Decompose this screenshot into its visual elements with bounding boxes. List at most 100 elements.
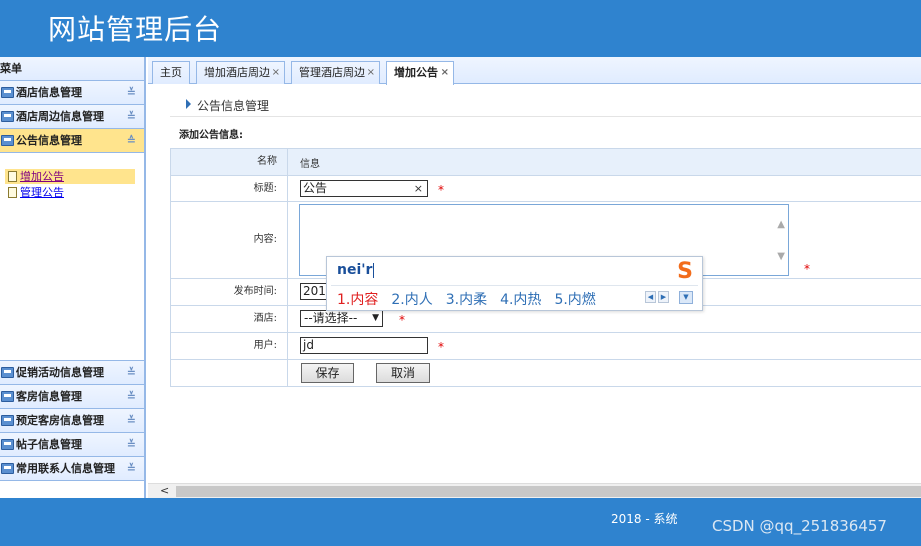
form-row-actions: 保存 取消 — [170, 360, 921, 387]
form-subtitle: 添加公告信息: — [179, 130, 243, 141]
user-label: 用户: — [171, 333, 288, 359]
watermark: CSDN @qq_251836457 — [712, 517, 887, 535]
chevron-down-icon: ▼ — [372, 313, 379, 323]
sidebar-panel-label: 酒店信息管理 — [16, 86, 82, 99]
sidebar-item-manage-announcement[interactable]: 管理公告 — [5, 185, 64, 200]
app-footer: 2018 - 系统 CSDN @qq_251836457 — [0, 498, 921, 546]
printer-icon — [1, 367, 14, 378]
ime-candidate[interactable]: 5.内燃 — [554, 289, 595, 309]
sidebar-panel-label: 帖子信息管理 — [16, 438, 82, 451]
ime-candidate-window: nei'r S 1.内容 2.内人 3.内柔 4.内热 5.内燃 ◀ ▶ ▼ — [326, 256, 703, 311]
ime-candidates: 1.内容 2.内人 3.内柔 4.内热 5.内燃 — [337, 289, 609, 309]
tab-label: 管理酒店周边 — [299, 66, 365, 79]
chevron-down-icon[interactable]: ≚ — [127, 105, 136, 129]
user-input[interactable]: jd — [300, 337, 428, 354]
scrollbar-thumb[interactable] — [176, 486, 921, 497]
sogou-logo-icon: S — [677, 259, 693, 284]
actions-label — [171, 360, 288, 386]
sidebar-panel-post[interactable]: 帖子信息管理 ≚ — [0, 433, 144, 457]
title-label: 标题: — [171, 176, 288, 201]
printer-icon — [1, 463, 14, 474]
sidebar-panel-hotel[interactable]: 酒店信息管理 ≚ — [0, 81, 144, 105]
content-label: 内容: — [171, 202, 288, 278]
cancel-button[interactable]: 取消 — [376, 363, 430, 383]
sidebar-panel-label: 客房信息管理 — [16, 390, 82, 403]
sidebar-item-label: 管理公告 — [20, 186, 64, 199]
chevron-down-icon[interactable]: ≚ — [127, 361, 136, 385]
clear-input-icon[interactable]: × — [414, 181, 423, 196]
scroll-down-icon[interactable]: ▼ — [777, 251, 785, 262]
ime-expand-icon[interactable]: ▼ — [679, 291, 693, 304]
form-header-row: 名称 信息 — [170, 149, 921, 176]
sidebar-panel-room[interactable]: 客房信息管理 ≚ — [0, 385, 144, 409]
ime-candidate[interactable]: 4.内热 — [500, 289, 541, 309]
chevron-down-icon[interactable]: ≚ — [127, 385, 136, 409]
required-mark: * — [804, 262, 810, 276]
app-title: 网站管理后台 — [48, 13, 223, 46]
tab-bar: 主页 增加酒店周边 × 管理酒店周边 × 增加公告 × — [148, 57, 921, 85]
required-mark: * — [399, 313, 405, 327]
title-input[interactable]: 公告 × — [300, 180, 428, 197]
printer-icon — [1, 111, 14, 122]
sidebar-panel-label: 常用联系人信息管理 — [16, 462, 115, 475]
scroll-up-icon[interactable]: ▲ — [777, 219, 785, 230]
scroll-left-icon[interactable]: < — [160, 484, 169, 497]
ime-prev-page-icon[interactable]: ◀ — [645, 291, 656, 303]
tab-label: 增加酒店周边 — [204, 66, 270, 79]
save-button[interactable]: 保存 — [301, 363, 354, 383]
printer-icon — [1, 439, 14, 450]
horizontal-scrollbar[interactable]: < — [148, 483, 921, 498]
form-header-name: 名称 — [171, 149, 288, 175]
close-icon[interactable]: × — [441, 62, 449, 84]
breadcrumb-label: 公告信息管理 — [197, 99, 270, 113]
printer-icon — [1, 391, 14, 402]
tab-manage-hotel-surroundings[interactable]: 管理酒店周边 × — [291, 61, 380, 84]
close-icon[interactable]: × — [272, 62, 280, 84]
chevron-down-icon[interactable]: ≚ — [127, 433, 136, 457]
breadcrumb: 公告信息管理 — [170, 93, 921, 117]
chevron-down-icon[interactable]: ≚ — [127, 81, 136, 105]
sidebar-panel-booking[interactable]: 预定客房信息管理 ≚ — [0, 409, 144, 433]
chevron-up-icon[interactable]: ≙ — [127, 129, 136, 153]
ime-candidate[interactable]: 3.内柔 — [446, 289, 487, 309]
tab-label: 增加公告 — [394, 66, 438, 79]
tab-label: 主页 — [160, 66, 182, 79]
sidebar-panel-label: 预定客房信息管理 — [16, 414, 104, 427]
document-icon — [8, 187, 17, 198]
form-row-title: 标题: 公告 × * — [170, 176, 921, 202]
sidebar-panel-contact[interactable]: 常用联系人信息管理 ≚ — [0, 457, 144, 481]
app-header: 网站管理后台 — [0, 0, 921, 57]
sidebar-item-label: 增加公告 — [20, 170, 64, 183]
printer-icon — [1, 87, 14, 98]
hotel-select[interactable]: --请选择-- ▼ — [300, 310, 383, 327]
sidebar-panel-label: 酒店周边信息管理 — [16, 110, 104, 123]
chevron-down-icon[interactable]: ≚ — [127, 409, 136, 433]
ime-next-page-icon[interactable]: ▶ — [658, 291, 669, 303]
publish-time-label: 发布时间: — [171, 279, 288, 305]
sidebar-panel-label: 公告信息管理 — [16, 134, 82, 147]
required-mark: * — [438, 340, 444, 354]
document-icon — [8, 171, 17, 182]
required-mark: * — [438, 183, 444, 197]
ime-pinyin: nei'r — [337, 262, 375, 278]
sidebar-panel-label: 促销活动信息管理 — [16, 366, 104, 379]
form-header-info: 信息 — [300, 159, 320, 170]
ime-candidate[interactable]: 2.内人 — [391, 289, 432, 309]
chevron-down-icon[interactable]: ≚ — [127, 457, 136, 481]
hotel-label: 酒店: — [171, 306, 288, 332]
sidebar-panel-promotion[interactable]: 促销活动信息管理 ≚ — [0, 361, 144, 385]
close-icon[interactable]: × — [367, 62, 375, 84]
sidebar-panel-announcement[interactable]: 公告信息管理 ≙ — [0, 129, 144, 153]
tab-home[interactable]: 主页 — [152, 61, 190, 84]
caret-right-icon — [186, 99, 191, 109]
sidebar-item-add-announcement[interactable]: 增加公告 — [5, 169, 135, 184]
tab-add-hotel-surroundings[interactable]: 增加酒店周边 × — [196, 61, 285, 84]
sidebar-panel-hotel-surroundings[interactable]: 酒店周边信息管理 ≚ — [0, 105, 144, 129]
sidebar-panel-body: 增加公告 管理公告 — [0, 153, 144, 361]
printer-icon — [1, 415, 14, 426]
form-row-user: 用户: jd * — [170, 333, 921, 360]
sidebar-menu-title: 菜单 — [0, 57, 144, 81]
tab-add-announcement[interactable]: 增加公告 × — [386, 61, 454, 85]
ime-candidate[interactable]: 1.内容 — [337, 289, 378, 309]
footer-copyright: 2018 - 系统 — [611, 512, 678, 526]
